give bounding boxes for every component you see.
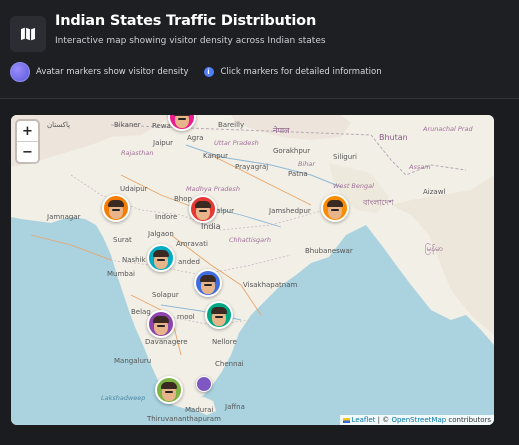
header: Indian States Traffic Distribution Inter… [0, 0, 519, 99]
page-subtitle: Interactive map showing visitor density … [55, 36, 326, 46]
avatar-marker-gujarat[interactable] [102, 194, 130, 222]
map-label-patna: Patna [288, 170, 308, 178]
page-title: Indian States Traffic Distribution [55, 13, 317, 29]
avatar-marker-andhra-pradesh[interactable] [205, 301, 233, 329]
map-tiles [11, 115, 494, 425]
map-label-aizawl: Aizawl [423, 188, 446, 196]
attribution-separator: | © [375, 416, 392, 424]
map-label-jalgaon: Jalgaon [148, 230, 174, 238]
avatar-marker-madhya-pradesh[interactable] [189, 195, 217, 223]
map-label-amravati: Amravati [176, 240, 208, 248]
legend-avatar-label: Avatar markers show visitor density [36, 67, 189, 77]
zoom-control: + − [17, 121, 38, 162]
map-label-bareilly: Bareilly [218, 121, 245, 129]
avatar-marker-kerala[interactable] [155, 376, 183, 404]
map-label-chhattisgarh: Chhattisgarh [229, 236, 271, 244]
map-label-mumbai: Mumbai [107, 270, 135, 278]
map-label-nanded: anded [178, 258, 200, 266]
map-label-mangaluru: Mangaluru [114, 357, 152, 365]
map-label-rewari: Rewa [152, 122, 171, 130]
avatar-marker-karnataka[interactable] [147, 310, 175, 338]
map-label-rajasthan: Rajasthan [121, 149, 154, 157]
map-label-kanpur: Kanpur [203, 152, 228, 160]
map-label-surat: Surat [113, 236, 132, 244]
map-label-pakistan: پاکستان [47, 121, 71, 129]
map-label-arunachal: Arunachal Prad [423, 125, 473, 133]
map-label-jaffna: Jaffna [225, 403, 245, 411]
avatar-marker-telangana[interactable] [194, 269, 222, 297]
map-label-bangladesh: বাংলাদেশ [363, 198, 394, 207]
map-label-bihar: Bihar [298, 160, 316, 168]
map-label-jamshedpur: Jamshedpur [269, 207, 311, 215]
map-label-bhutan: Bhutan [379, 133, 408, 142]
map-label-nellore: Nellore [212, 338, 237, 346]
map-label-jabalpur: alpur [216, 207, 234, 215]
map-label-davanagere: Davanagere [145, 338, 188, 346]
map-label-visakhapatnam: Visakhapatnam [243, 281, 298, 289]
map-label-prayagraj: Prayagraj [235, 163, 269, 171]
map-label-india: India [201, 222, 221, 231]
map-label-nashik: Nashik [122, 256, 146, 264]
map-label-belagavi: Belag [131, 308, 151, 316]
map-label-madhya-pradesh: Madhya Pradesh [186, 185, 240, 193]
map-label-west-bengal: West Bengal [333, 182, 374, 190]
map-attribution: Leaflet | © OpenStreetMap contributors [339, 415, 494, 425]
map-label-madurai: Madurai [185, 406, 214, 414]
map-label-solapur: Solapur [152, 291, 179, 299]
legend-info-label: Click markers for detailed information [220, 67, 382, 77]
zoom-out-button[interactable]: − [17, 142, 38, 162]
map-label-uttar-pradesh: Uttar Pradesh [214, 139, 259, 147]
map-label-thiruvananthapuram: Thiruvananthapuram [147, 415, 221, 423]
leaflet-link[interactable]: Leaflet [352, 416, 376, 424]
avatar-marker-sample-icon [10, 62, 30, 82]
map-label-agra: Agra [187, 134, 204, 142]
avatar-marker-west-bengal[interactable] [321, 194, 349, 222]
map-icon [21, 27, 35, 41]
avatar-marker-maharashtra[interactable] [147, 244, 175, 272]
info-icon: i [203, 67, 214, 77]
map[interactable]: پاکستان Bikaner Rewa Bareilly नेपाल Agra… [11, 115, 494, 425]
zoom-in-button[interactable]: + [17, 121, 38, 141]
attribution-contributors: contributors [446, 416, 491, 424]
flag-icon [342, 417, 350, 423]
avatar-marker-tamil-nadu[interactable] [196, 376, 212, 392]
map-label-gorakhpur: Gorakhpur [273, 147, 311, 155]
osm-link[interactable]: OpenStreetMap [391, 416, 446, 424]
map-label-udaipur: Udaipur [120, 185, 148, 193]
map-label-siliguri: Siliguri [333, 153, 357, 161]
map-label-bikaner: Bikaner [114, 121, 141, 129]
map-label-kurnool: rnool [177, 313, 195, 321]
map-label-chennai: Chennai [215, 360, 244, 368]
legend-row: Avatar markers show visitor density i Cl… [10, 62, 382, 82]
map-label-bhubaneswar: Bhubaneswar [305, 247, 353, 255]
map-label-indore: Indore [155, 213, 178, 221]
map-logo [10, 16, 46, 52]
map-label-jamnagar: Jamnagar [47, 213, 81, 221]
map-label-jaipur: Jaipur [153, 139, 174, 147]
map-label-lakshadweep: Lakshadweep [101, 394, 146, 402]
map-label-nepal: नेपाल [273, 126, 290, 135]
map-label-bhopal: Bhop [174, 195, 192, 203]
map-label-assam: Assam [409, 163, 431, 171]
map-label-myanmar: မြန်မာ [425, 244, 443, 253]
